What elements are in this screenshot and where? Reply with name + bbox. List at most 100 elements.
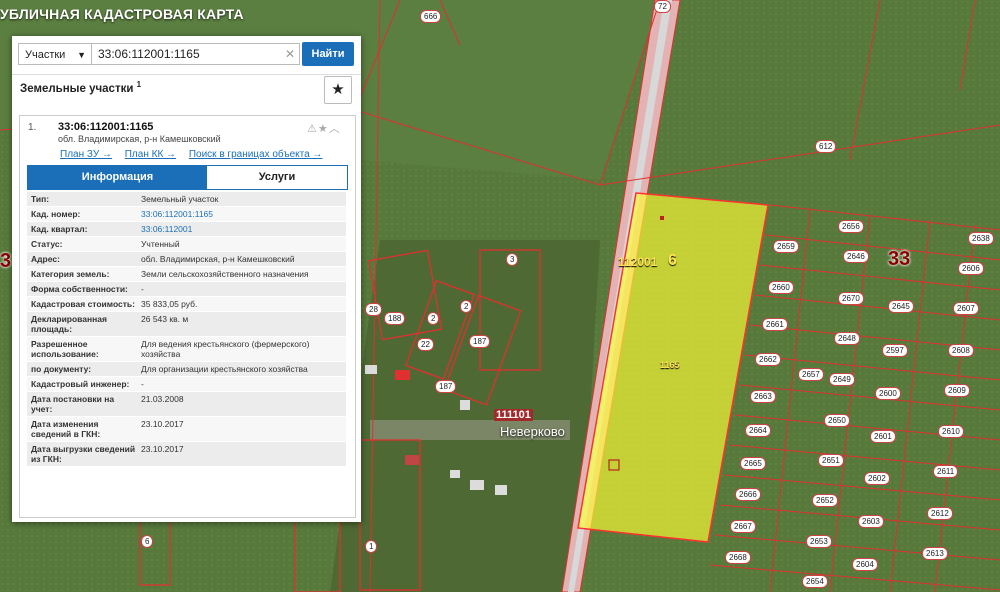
parcel-label[interactable]: 2612 <box>927 507 953 520</box>
info-row: Декларированная площадь: 26 543 кв. м <box>27 312 346 337</box>
parcel-label[interactable]: 2610 <box>938 425 964 438</box>
search-type-select[interactable]: Участки ▼ <box>18 43 92 65</box>
parcel-label[interactable]: 2664 <box>745 424 771 437</box>
result-address: обл. Владимирская, р-н Камешковский <box>58 134 221 144</box>
chevron-up-icon[interactable]: ︿ <box>329 123 341 135</box>
info-value: обл. Владимирская, р-н Камешковский <box>141 254 295 264</box>
quarter-sub: 6 <box>668 252 677 269</box>
parcel-label[interactable]: 2649 <box>829 373 855 386</box>
tab-services[interactable]: Услуги <box>207 166 347 189</box>
plan-kk-link[interactable]: План КК → <box>125 149 176 160</box>
parcel-label[interactable]: 2602 <box>864 472 890 485</box>
parcel-label[interactable]: 2661 <box>762 318 788 331</box>
parcel-label[interactable]: 2665 <box>740 457 766 470</box>
parcel-label[interactable]: 2638 <box>968 232 994 245</box>
road-label: 72 <box>654 0 671 13</box>
parcel-label[interactable]: 2604 <box>852 558 878 571</box>
parcel-label[interactable]: 2667 <box>730 520 756 533</box>
parcel-label[interactable]: 2670 <box>838 292 864 305</box>
parcel-label[interactable]: 188 <box>384 312 406 325</box>
parcel-label[interactable]: 2654 <box>802 575 828 588</box>
info-row: Категория земель: Земли сельскохозяйствен… <box>27 267 346 282</box>
tab-info[interactable]: Информация <box>28 166 207 189</box>
clear-icon[interactable]: ✕ <box>285 44 295 64</box>
selected-parcel-label[interactable]: 1165 <box>660 360 680 370</box>
info-value: - <box>141 379 144 389</box>
star-icon: ★ <box>331 81 345 98</box>
search-button[interactable]: Найти <box>302 42 354 66</box>
info-row: Дата изменения сведений в ГКН: 23.10.2017 <box>27 417 346 442</box>
parcel-label[interactable]: 666 <box>420 10 442 23</box>
parcel-label[interactable]: 22 <box>417 338 434 351</box>
info-value: Земли сельскохозяйственного назначения <box>141 269 309 279</box>
info-row: Разрешенное использование: Для ведения кр… <box>27 337 346 362</box>
info-row: Кад. номер: 33:06:112001:1165 <box>27 207 346 222</box>
parcel-label[interactable]: 2645 <box>888 300 914 313</box>
parcel-label[interactable]: 2660 <box>768 281 794 294</box>
quarter-code: 112001 <box>618 255 658 269</box>
village-name: Неверково <box>500 424 565 439</box>
info-key: Дата изменения сведений в ГКН: <box>31 419 101 439</box>
info-value[interactable]: 33:06:112001 <box>137 222 346 236</box>
parcel-label[interactable]: 2656 <box>838 220 864 233</box>
parcel-label[interactable]: 2597 <box>882 344 908 357</box>
info-value: Земельный участок <box>141 194 219 204</box>
info-value: Для ведения крестьянского (фермерского) … <box>141 339 310 359</box>
region-label-left: 3 <box>0 250 12 272</box>
parcel-label[interactable]: 2652 <box>812 494 838 507</box>
info-key: Дата выгрузки сведений из ГКН: <box>31 444 136 464</box>
parcel-marker <box>660 216 664 220</box>
parcel-label[interactable]: 2646 <box>843 250 869 263</box>
parcel-label[interactable]: 612 <box>815 140 837 153</box>
results-title: Земельные участки 1 <box>20 80 141 95</box>
parcel-label[interactable]: 2651 <box>818 454 844 467</box>
parcel-label[interactable]: 2648 <box>834 332 860 345</box>
parcel-label[interactable]: 2657 <box>798 368 824 381</box>
parcel-label[interactable]: 2611 <box>933 465 959 478</box>
info-key: Тип: <box>31 194 50 204</box>
parcel-label[interactable]: 2603 <box>858 515 884 528</box>
village-code: 111101 <box>494 409 533 421</box>
star-icon[interactable]: ★ <box>318 123 329 135</box>
info-table: Тип: Земельный участок Кад. номер: 33:06:11… <box>27 192 346 467</box>
result-card: 1. 33:06:112001:1165 обл. Владимирская, … <box>19 115 356 518</box>
chevron-down-icon: ▼ <box>77 50 86 60</box>
warning-icon[interactable]: ⚠ <box>307 123 318 135</box>
results-title-text: Земельные участки <box>20 82 134 95</box>
parcel-label[interactable]: 2663 <box>750 390 776 403</box>
info-key: Кадастровый инженер: <box>31 379 130 389</box>
parcel-label[interactable]: 2600 <box>875 387 901 400</box>
info-row: Форма собственности: - <box>27 282 346 297</box>
parcel-label[interactable]: 2650 <box>824 414 850 427</box>
result-tabs: Информация Услуги <box>27 165 348 190</box>
info-value[interactable]: 33:06:112001:1165 <box>137 207 346 221</box>
parcel-label[interactable]: 2607 <box>953 302 979 315</box>
favorites-button[interactable]: ★ <box>324 76 352 104</box>
info-row: Кадастровый инженер: - <box>27 377 346 392</box>
parcel-label[interactable]: 2659 <box>773 240 799 253</box>
info-key: Статус: <box>31 239 63 249</box>
parcel-label[interactable]: 2613 <box>922 547 948 560</box>
result-cad-number[interactable]: 33:06:112001:1165 <box>58 121 153 133</box>
parcel-label[interactable]: 2653 <box>806 535 832 548</box>
search-in-bounds-link[interactable]: Поиск в границах объекта → <box>189 149 323 160</box>
parcel-label[interactable]: 187 <box>435 380 457 393</box>
search-bar: Участки ▼ 33:06:112001:1165 ✕ Найти <box>12 36 361 75</box>
info-row: Дата постановки на учет: 21.03.2008 <box>27 392 346 417</box>
parcel-label[interactable]: 28 <box>365 303 382 316</box>
parcel-label[interactable]: 2666 <box>735 488 761 501</box>
parcel-label[interactable]: 2662 <box>755 353 781 366</box>
info-key: Дата постановки на учет: <box>31 394 115 414</box>
parcel-label[interactable]: 2606 <box>958 262 984 275</box>
plan-zu-link[interactable]: План ЗУ → <box>60 149 112 160</box>
info-value: 26 543 кв. м <box>141 314 189 324</box>
parcel-label[interactable]: 2609 <box>944 384 970 397</box>
info-key: Разрешенное использование: <box>31 339 99 359</box>
card-actions: ⚠★︿ <box>307 120 341 136</box>
parcel-label[interactable]: 2601 <box>870 430 896 443</box>
info-key: Категория земель: <box>31 269 110 279</box>
parcel-label[interactable]: 187 <box>469 335 491 348</box>
parcel-label[interactable]: 2668 <box>725 551 751 564</box>
search-input[interactable]: 33:06:112001:1165 ✕ <box>92 43 300 65</box>
parcel-label[interactable]: 2608 <box>948 344 974 357</box>
